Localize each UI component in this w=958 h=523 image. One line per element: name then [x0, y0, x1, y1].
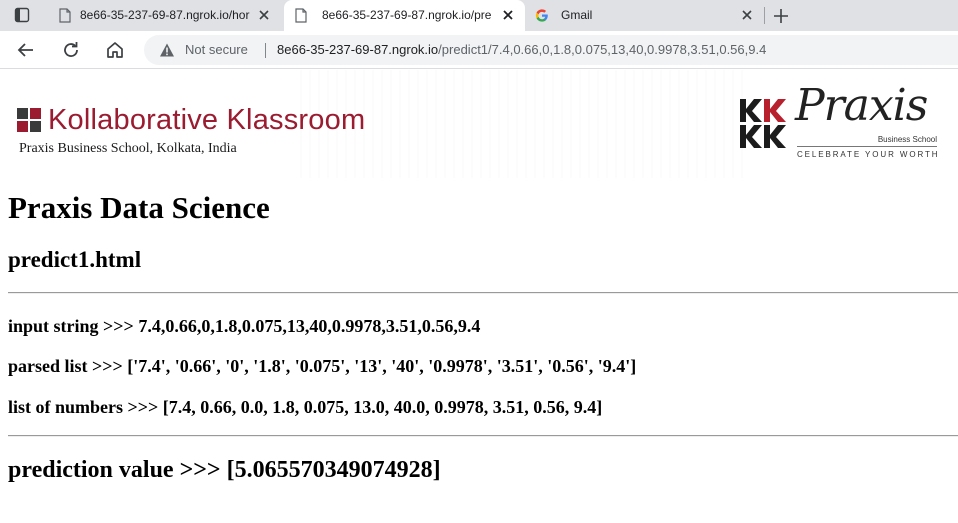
url-path: /predict1/7.4,0.66,0,1.8,0.075,13,40,0.9…: [438, 42, 767, 57]
tab-predict[interactable]: 8e66-35-237-69-87.ngrok.io/pre: [284, 0, 525, 31]
reload-icon[interactable]: [59, 38, 83, 62]
header-banner: Kollaborative Klassroom Praxis Business …: [0, 70, 958, 178]
kollaborative-logo-icon: [17, 108, 41, 132]
input-string-value: 7.4,0.66,0,1.8,0.075,13,40,0.9978,3.51,0…: [138, 316, 481, 336]
input-string-line: input string >>> 7.4,0.66,0,1.8,0.075,13…: [8, 316, 480, 337]
parsed-list-value: ['7.4', '0.66', '0', '1.8', '0.075', '13…: [127, 356, 637, 376]
site-title: Praxis Data Science: [8, 190, 270, 225]
praxis-unit: Business School: [877, 135, 937, 144]
brand-title: Kollaborative Klassroom: [48, 104, 366, 136]
close-tab-icon[interactable]: [739, 7, 755, 23]
page-heading: predict1.html: [8, 247, 142, 272]
divider: [8, 292, 958, 294]
close-tab-icon[interactable]: [256, 7, 272, 23]
tab-actions[interactable]: [0, 0, 48, 31]
number-list-line: list of numbers >>> [7.4, 0.66, 0.0, 1.8…: [8, 397, 602, 418]
new-tab-icon[interactable]: [770, 5, 792, 27]
number-list-value: [7.4, 0.66, 0.0, 1.8, 0.075, 13.0, 40.0,…: [162, 397, 603, 417]
google-icon: [535, 9, 548, 22]
url-host: 8e66-35-237-69-87.ngrok.io: [277, 42, 439, 57]
prediction-value: [5.065570349074928]: [226, 457, 441, 483]
prediction-label: prediction value >>>: [8, 457, 227, 483]
input-string-label: input string >>>: [8, 316, 139, 336]
page-icon: [59, 8, 71, 23]
tab-title: Gmail: [561, 8, 593, 22]
warning-triangle-icon[interactable]: [159, 42, 175, 58]
praxis-tagline: CELEBRATE YOUR WORTH: [797, 150, 940, 159]
home-icon[interactable]: [103, 38, 127, 62]
browser-toolbar: Not secure 8e66-35-237-69-87.ngrok.io/pr…: [0, 31, 958, 69]
banner-background-pattern: [300, 70, 750, 178]
security-status[interactable]: Not secure: [185, 42, 248, 57]
tab-home[interactable]: 8e66-35-237-69-87.ngrok.io/hor: [48, 0, 282, 31]
prediction-line: prediction value >>> [5.065570349074928]: [8, 457, 441, 484]
back-arrow-icon[interactable]: [14, 38, 38, 62]
page-icon: [295, 8, 307, 23]
tab-strip: 8e66-35-237-69-87.ngrok.io/hor 8e66-35-2…: [0, 0, 958, 31]
tab-separator: [764, 7, 765, 24]
number-list-label: list of numbers >>>: [8, 397, 163, 417]
tab-gmail[interactable]: Gmail: [527, 0, 763, 31]
praxis-wordmark: Praxis: [795, 80, 928, 131]
parsed-list-line: parsed list >>> ['7.4', '0.66', '0', '1.…: [8, 356, 636, 377]
tab-title: 8e66-35-237-69-87.ngrok.io/pre: [322, 8, 492, 22]
brand-subtitle: Praxis Business School, Kolkata, India: [19, 141, 237, 156]
address-separator: [265, 43, 266, 58]
page-content: Kollaborative Klassroom Praxis Business …: [0, 70, 958, 523]
praxis-rule: [797, 146, 937, 147]
address-bar[interactable]: Not secure 8e66-35-237-69-87.ngrok.io/pr…: [144, 35, 958, 65]
tab-actions-menu-icon[interactable]: [14, 7, 30, 23]
close-tab-icon[interactable]: [500, 7, 516, 23]
parsed-list-label: parsed list >>>: [8, 356, 128, 376]
praxis-logo: Praxis Business School CELEBRATE YOUR WO…: [795, 80, 945, 165]
tab-title: 8e66-35-237-69-87.ngrok.io/hor: [80, 8, 250, 22]
kk-mark-logo-icon: [740, 99, 786, 148]
url-text[interactable]: 8e66-35-237-69-87.ngrok.io/predict1/7.4,…: [277, 42, 766, 57]
divider: [8, 435, 958, 437]
